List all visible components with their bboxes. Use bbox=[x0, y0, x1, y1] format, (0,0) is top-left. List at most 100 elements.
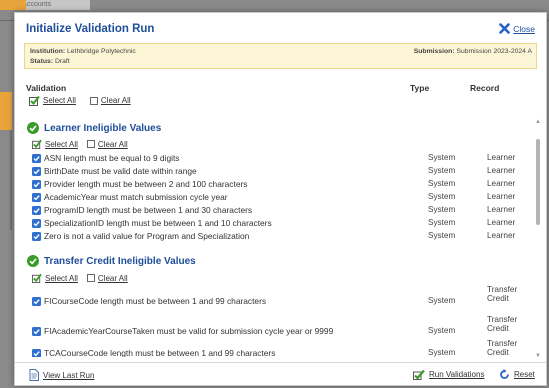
checked-checkbox-icon[interactable] bbox=[32, 327, 41, 336]
document-icon bbox=[29, 369, 39, 381]
clear-all-checkbox-icon bbox=[86, 274, 95, 282]
validation-list[interactable]: Learner Ineligible Values Select All Cle… bbox=[26, 117, 532, 357]
section-select-all-link[interactable]: Select All bbox=[45, 140, 78, 149]
validation-text: TCACourseCode length must be between 1 a… bbox=[44, 348, 276, 357]
validation-type: System bbox=[428, 166, 456, 175]
validation-row[interactable]: ProgramID length must be between 1 and 3… bbox=[32, 204, 526, 217]
validation-row[interactable]: SpecializationID length must be between … bbox=[32, 217, 526, 230]
background-sidebar-line bbox=[10, 130, 12, 230]
validation-type: System bbox=[428, 231, 456, 240]
global-selection-controls: Select All Clear All bbox=[29, 95, 131, 106]
validation-record: Learner bbox=[487, 153, 516, 162]
run-validations-button[interactable]: Run Validations bbox=[413, 369, 484, 380]
validation-type: System bbox=[428, 192, 456, 201]
checked-checkbox-icon[interactable] bbox=[32, 232, 41, 241]
section-learner-title: Learner Ineligible Values bbox=[27, 122, 161, 134]
run-validations-label: Run Validations bbox=[429, 370, 485, 379]
validation-record: Transfer Credit bbox=[487, 339, 518, 357]
status-value: Draft bbox=[54, 58, 70, 65]
validation-record: Transfer Credit bbox=[487, 285, 518, 303]
section-transfer-credit-selection: Select All Clear All bbox=[32, 273, 128, 283]
select-all-check-icon bbox=[29, 95, 40, 106]
validation-type: System bbox=[428, 218, 456, 227]
validation-row[interactable]: Provider length must be between 2 and 10… bbox=[32, 178, 526, 191]
validation-row[interactable]: FIAcademicYearCourseTaken must be valid … bbox=[32, 315, 526, 345]
column-header-validation: Validation bbox=[26, 83, 67, 93]
validation-text: Provider length must be between 2 and 10… bbox=[44, 179, 248, 189]
dialog-title: Initialize Validation Run bbox=[26, 23, 155, 35]
validation-record: Learner bbox=[487, 218, 516, 227]
submission-value: Submission 2023-2024 A bbox=[456, 48, 532, 55]
checked-checkbox-icon[interactable] bbox=[32, 349, 41, 357]
validation-text: AcademicYear must match submission cycle… bbox=[44, 192, 228, 202]
checked-checkbox-icon[interactable] bbox=[32, 219, 41, 228]
scroll-down-arrow-icon[interactable]: ▼ bbox=[535, 353, 541, 359]
reset-label: Reset bbox=[514, 370, 535, 379]
footer-divider bbox=[15, 362, 546, 363]
select-all-check-icon bbox=[32, 139, 42, 149]
checked-checkbox-icon[interactable] bbox=[32, 154, 41, 163]
validation-text: ASN length must be equal to 9 digits bbox=[44, 153, 180, 163]
checked-checkbox-icon[interactable] bbox=[32, 167, 41, 176]
validation-row[interactable]: TCACourseCode length must be between 1 a… bbox=[32, 339, 526, 357]
validation-row[interactable]: BirthDate must be valid date within rang… bbox=[32, 165, 526, 178]
view-last-run-button[interactable]: View Last Run bbox=[29, 369, 94, 381]
checked-checkbox-icon[interactable] bbox=[32, 206, 41, 215]
background-sidebar-accent bbox=[0, 92, 12, 130]
validation-text: FICourseCode length must be between 1 an… bbox=[44, 296, 267, 306]
validation-record: Learner bbox=[487, 192, 516, 201]
validation-row[interactable]: AcademicYear must match submission cycle… bbox=[32, 191, 526, 204]
status-label: Status: bbox=[30, 58, 54, 65]
select-all-check-icon bbox=[32, 273, 42, 283]
check-circle-icon bbox=[27, 255, 39, 267]
clear-all-checkbox-icon bbox=[89, 96, 98, 105]
close-label: Close bbox=[513, 23, 535, 34]
validation-row[interactable]: FICourseCode length must be between 1 an… bbox=[32, 285, 526, 315]
submission-info-panel: Institution: Lethbridge Polytechnic Stat… bbox=[24, 43, 537, 69]
submission-label: Submission: bbox=[413, 48, 455, 55]
validation-type: System bbox=[428, 205, 456, 214]
reset-button[interactable]: Reset bbox=[499, 369, 535, 380]
column-header-type: Type bbox=[410, 83, 430, 93]
checked-checkbox-icon[interactable] bbox=[32, 193, 41, 202]
validation-dialog: Initialize Validation Run Close Institut… bbox=[14, 12, 547, 386]
institution-line: Institution: Lethbridge Polytechnic bbox=[30, 48, 136, 55]
validation-type: System bbox=[428, 179, 456, 188]
list-scrollbar[interactable]: ▲ ▼ bbox=[533, 117, 543, 363]
institution-value: Lethbridge Polytechnic bbox=[67, 48, 136, 55]
checked-checkbox-icon[interactable] bbox=[32, 180, 41, 189]
validation-row[interactable]: ASN length must be equal to 9 digits Sys… bbox=[32, 152, 526, 165]
validation-row[interactable]: Zero is not a valid value for Program an… bbox=[32, 230, 526, 243]
dialog-header: Initialize Validation Run Close bbox=[15, 13, 546, 41]
validation-text: ProgramID length must be between 1 and 3… bbox=[44, 205, 253, 215]
validation-type: System bbox=[428, 326, 456, 335]
institution-label: Institution: bbox=[30, 48, 66, 55]
section-transfer-credit-title: Transfer Credit Ineligible Values bbox=[27, 255, 196, 267]
section-clear-all-link[interactable]: Clear All bbox=[98, 274, 128, 283]
validation-text: Zero is not a valid value for Program an… bbox=[44, 231, 250, 241]
checked-checkbox-icon[interactable] bbox=[32, 297, 41, 306]
section-learner-selection: Select All Clear All bbox=[32, 139, 128, 149]
select-all-link[interactable]: Select All bbox=[43, 96, 76, 105]
section-clear-all-link[interactable]: Clear All bbox=[98, 140, 128, 149]
validation-record: Learner bbox=[487, 205, 516, 214]
submission-line: Submission: Submission 2023-2024 A bbox=[414, 48, 532, 55]
scroll-up-arrow-icon[interactable]: ▲ bbox=[535, 119, 541, 125]
reset-icon bbox=[500, 369, 509, 379]
clear-all-checkbox-icon bbox=[86, 140, 95, 148]
view-last-run-label: View Last Run bbox=[43, 370, 95, 380]
check-circle-icon bbox=[27, 122, 39, 134]
validation-text: FIAcademicYearCourseTaken must be valid … bbox=[44, 326, 334, 336]
status-line: Status: Draft bbox=[30, 58, 70, 65]
validation-record: Learner bbox=[487, 231, 516, 240]
section-select-all-link[interactable]: Select All bbox=[45, 274, 78, 283]
validation-record: Transfer Credit bbox=[487, 315, 518, 333]
close-button[interactable]: Close bbox=[499, 23, 535, 34]
validation-text: SpecializationID length must be between … bbox=[44, 218, 272, 228]
validation-record: Learner bbox=[487, 179, 516, 188]
scroll-thumb[interactable] bbox=[536, 139, 540, 225]
validation-record: Learner bbox=[487, 166, 516, 175]
run-check-icon bbox=[413, 369, 425, 380]
close-icon bbox=[499, 23, 511, 34]
clear-all-link[interactable]: Clear All bbox=[101, 96, 131, 105]
